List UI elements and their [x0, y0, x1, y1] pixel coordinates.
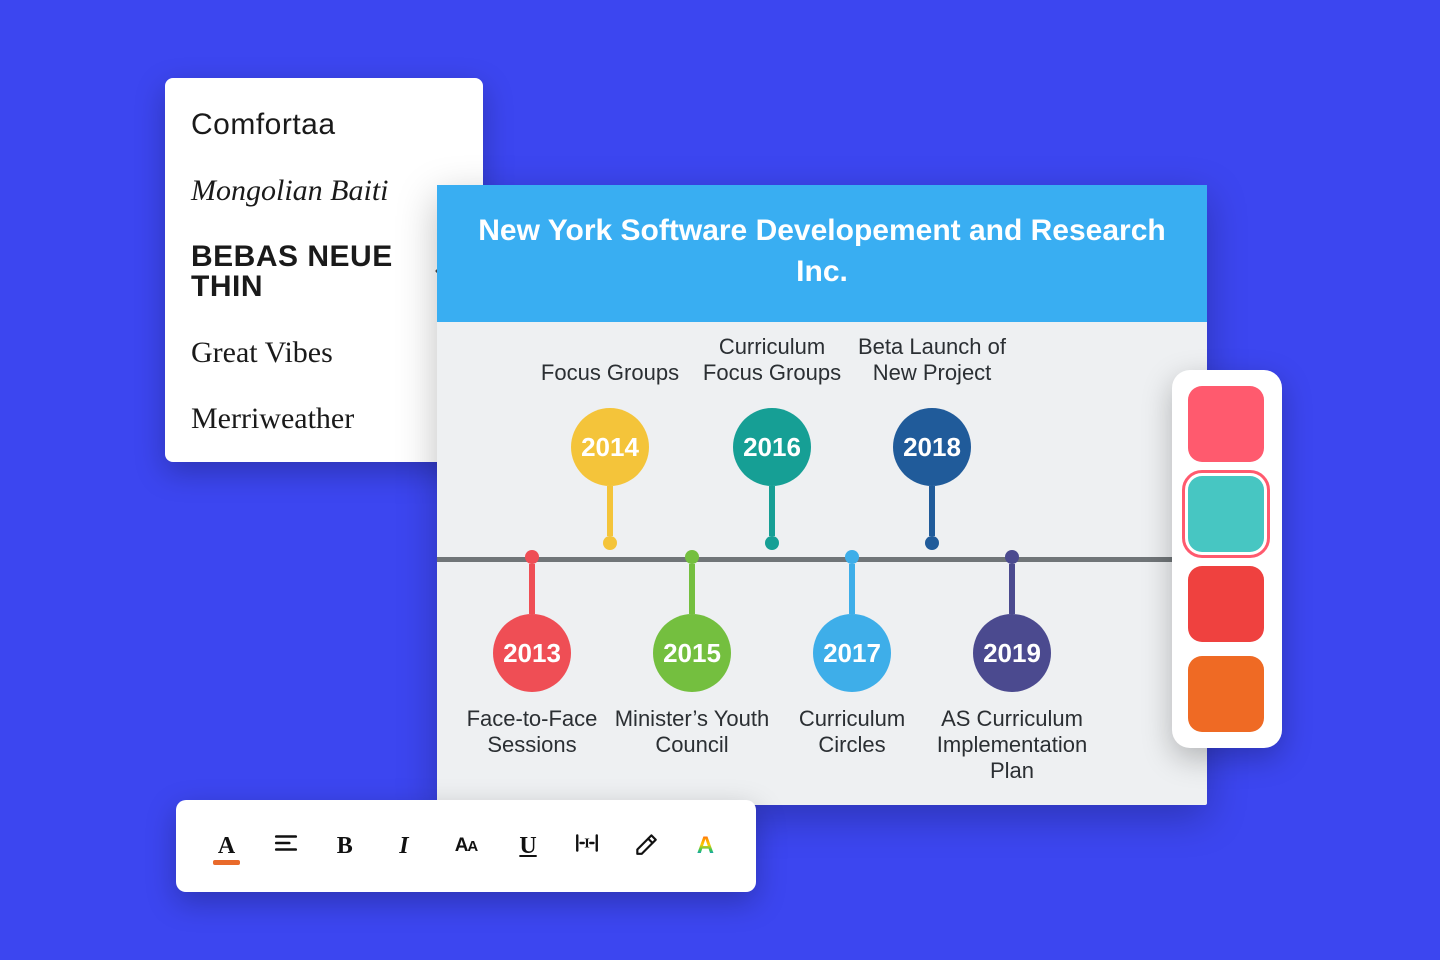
timeline-event-2015[interactable]: 2015 Minister’s Youth Council [607, 550, 777, 758]
text-case-button[interactable]: AA [447, 829, 486, 863]
event-label: Focus Groups [525, 334, 695, 386]
timeline-canvas: New York Software Developement and Resea… [437, 185, 1207, 805]
timeline-event-2018[interactable]: Beta Launch of New Project 2018 [847, 334, 1017, 550]
font-sample: Merriweather [191, 404, 354, 434]
letter-a-icon: A [218, 833, 235, 860]
event-stem [849, 564, 855, 614]
timeline-event-2017[interactable]: 2017 Curriculum Circles [767, 550, 937, 758]
color-swatch[interactable] [1188, 386, 1264, 462]
event-dot [925, 536, 939, 550]
event-dot [685, 550, 699, 564]
bold-button[interactable]: B [328, 829, 361, 863]
font-option-mongolian-baiti[interactable]: Mongolian Baiti [165, 158, 483, 224]
event-label: AS Curriculum Implementation Plan [927, 706, 1097, 784]
event-label: Face-to-Face Sessions [447, 706, 617, 758]
timeline-event-2014[interactable]: Focus Groups 2014 [525, 334, 695, 550]
timeline-event-2013[interactable]: 2013 Face-to-Face Sessions [447, 550, 617, 758]
rainbow-a-icon: A [697, 832, 714, 860]
event-stem [1009, 564, 1015, 614]
canvas-title: New York Software Developement and Resea… [437, 185, 1207, 322]
font-sample: Great Vibes [191, 338, 333, 368]
event-year-bubble: 2014 [571, 408, 649, 486]
font-option-merriweather[interactable]: Merriweather [165, 386, 483, 452]
event-stem [929, 486, 935, 536]
event-dot [845, 550, 859, 564]
timeline-event-2016[interactable]: Curriculum Focus Groups 2016 [687, 334, 857, 550]
event-year-bubble: 2013 [493, 614, 571, 692]
event-dot [765, 536, 779, 550]
svg-text:I: I [584, 835, 589, 851]
event-stem [607, 486, 613, 536]
event-year-bubble: 2017 [813, 614, 891, 692]
font-sample: Comfortaa [191, 110, 336, 140]
event-label: Minister’s Youth Council [607, 706, 777, 758]
font-color-button[interactable]: A [210, 829, 243, 863]
event-year-bubble: 2016 [733, 408, 811, 486]
align-button[interactable] [269, 829, 302, 863]
event-stem [769, 486, 775, 536]
event-year-bubble: 2015 [653, 614, 731, 692]
letter-spacing-icon: I [574, 830, 600, 863]
color-palette-panel [1172, 370, 1282, 748]
color-swatch[interactable] [1188, 656, 1264, 732]
timeline-area: 2013 Face-to-Face Sessions Focus Groups 201… [437, 322, 1207, 822]
highlight-icon [633, 830, 659, 863]
italic-button[interactable]: I [387, 829, 420, 863]
font-sample: Mongolian Baiti [191, 176, 389, 206]
event-stem [529, 564, 535, 614]
font-picker-panel: Comfortaa Mongolian Baiti BEBAS NEUE THIN G… [165, 78, 483, 462]
event-year-bubble: 2018 [893, 408, 971, 486]
font-option-bebas-neue-thin[interactable]: BEBAS NEUE THIN [165, 224, 483, 320]
underline-button[interactable]: U [511, 829, 544, 863]
font-option-comfortaa[interactable]: Comfortaa [165, 92, 483, 158]
text-format-toolbar: A B I AA U I [176, 800, 756, 892]
event-label: Curriculum Circles [767, 706, 937, 758]
event-label: Beta Launch of New Project [847, 334, 1017, 386]
bold-icon: B [337, 833, 353, 860]
italic-icon: I [399, 833, 408, 860]
color-swatch[interactable] [1188, 566, 1264, 642]
event-dot [1005, 550, 1019, 564]
event-dot [603, 536, 617, 550]
event-dot [525, 550, 539, 564]
text-case-icon: AA [455, 835, 478, 857]
event-label: Curriculum Focus Groups [687, 334, 857, 386]
timeline-event-2019[interactable]: 2019 AS Curriculum Implementation Plan [927, 550, 1097, 784]
letter-spacing-button[interactable]: I [571, 829, 604, 863]
color-underline-icon [213, 860, 240, 865]
color-swatch[interactable] [1188, 476, 1264, 552]
text-color-button[interactable]: A [689, 829, 722, 863]
align-icon [273, 830, 299, 863]
event-stem [689, 564, 695, 614]
font-option-great-vibes[interactable]: Great Vibes [165, 320, 483, 386]
font-sample: BEBAS NEUE THIN [191, 242, 433, 302]
event-year-bubble: 2019 [973, 614, 1051, 692]
underline-icon: U [519, 833, 536, 860]
highlight-button[interactable] [630, 829, 663, 863]
